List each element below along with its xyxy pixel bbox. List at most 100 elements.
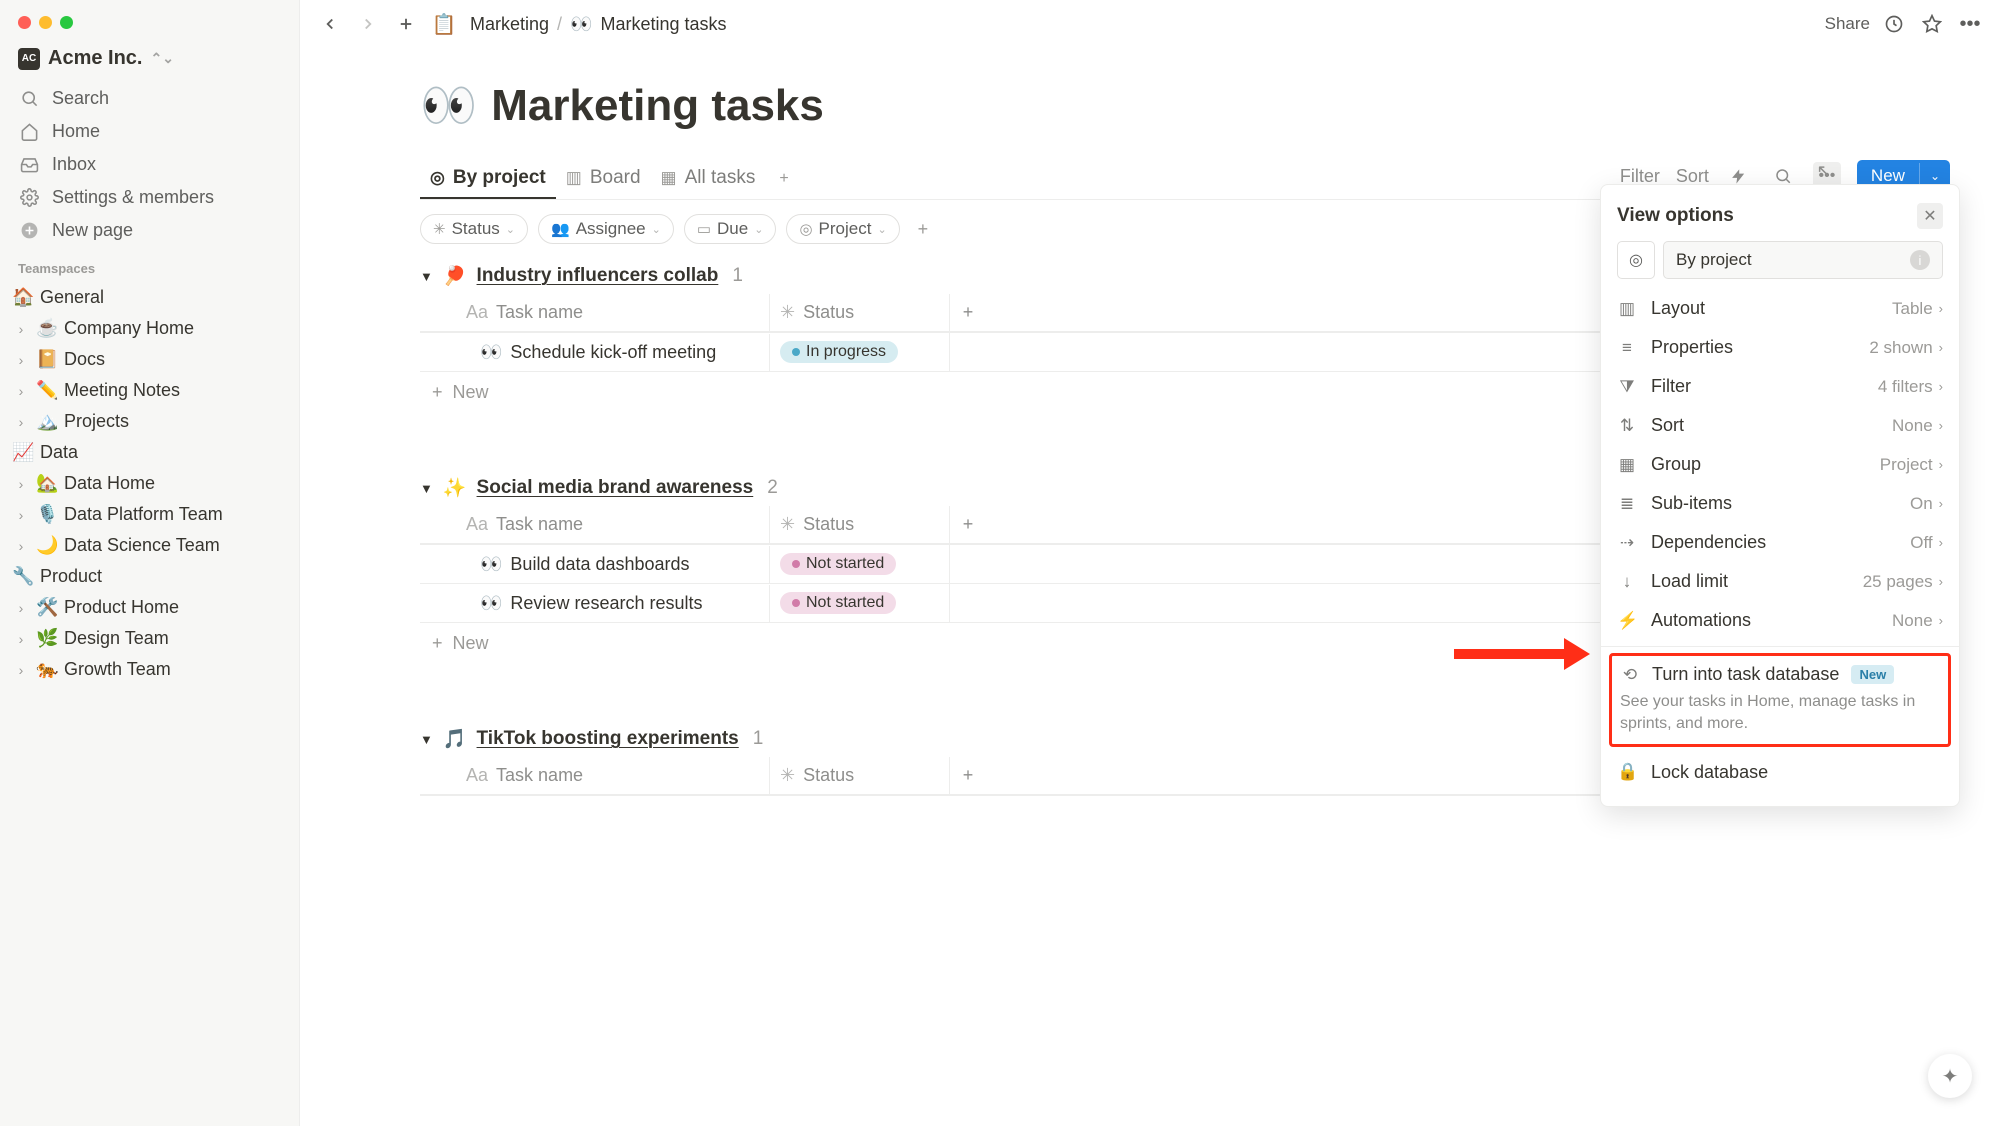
view-tab-by-project[interactable]: ◎By project	[420, 159, 556, 199]
status-pill[interactable]: Not started	[780, 592, 896, 614]
group-emoji: 🏓	[443, 264, 467, 288]
nav-forward-button[interactable]	[354, 10, 382, 38]
panel-row-sort[interactable]: ⇅Sort None›	[1601, 406, 1959, 445]
share-button[interactable]: Share	[1825, 14, 1870, 34]
group-toggle-icon[interactable]: ▼	[420, 732, 433, 747]
sidebar-page[interactable]: ›🛠️Product Home	[8, 592, 291, 623]
favorite-icon[interactable]	[1918, 10, 1946, 38]
add-column-button[interactable]	[950, 556, 986, 572]
sidebar-page[interactable]: ›🏡Data Home	[8, 468, 291, 499]
column-status[interactable]: ✳ Status	[770, 294, 950, 331]
close-window-icon[interactable]	[18, 16, 31, 29]
chevron-right-icon[interactable]: ›	[12, 476, 30, 492]
chevron-right-icon[interactable]: ›	[12, 600, 30, 616]
sidebar-page[interactable]: ›✏️Meeting Notes	[8, 375, 291, 406]
panel-row-load-limit[interactable]: ↓Load limit 25 pages›	[1601, 562, 1959, 601]
column-name[interactable]: Aa Task name	[420, 506, 770, 543]
panel-row-dependencies[interactable]: ⇢Dependencies Off›	[1601, 523, 1959, 562]
group-toggle-icon[interactable]: ▼	[420, 481, 433, 496]
column-status[interactable]: ✳ Status	[770, 506, 950, 543]
more-icon[interactable]: •••	[1956, 10, 1984, 38]
filter-chip-project[interactable]: ◎Project⌄	[786, 214, 899, 244]
group-name[interactable]: TikTok boosting experiments	[477, 728, 739, 750]
filter-chip-status[interactable]: ✳Status⌄	[420, 214, 528, 244]
sidebar-page[interactable]: ›☕Company Home	[8, 313, 291, 344]
teamspace-general[interactable]: 🏠General	[8, 282, 291, 313]
column-name[interactable]: Aa Task name	[420, 757, 770, 794]
page-emoji[interactable]: 👀	[420, 78, 477, 133]
teamspace-product[interactable]: 🔧Product	[8, 561, 291, 592]
info-icon[interactable]: i	[1910, 250, 1930, 270]
sidebar-page[interactable]: ›🎙️Data Platform Team	[8, 499, 291, 530]
nav-back-button[interactable]	[316, 10, 344, 38]
view-name-input[interactable]: By project i	[1663, 241, 1943, 279]
sidebar-search[interactable]: Search	[8, 82, 291, 115]
panel-row-filter[interactable]: ⧩Filter 4 filters›	[1601, 367, 1959, 406]
page-emoji: 🛠️	[36, 597, 58, 618]
panel-row-sub-items[interactable]: ≣Sub-items On›	[1601, 484, 1959, 523]
panel-row-label: Properties	[1651, 337, 1733, 358]
status-pill[interactable]: In progress	[780, 341, 898, 363]
chevron-right-icon[interactable]: ›	[12, 507, 30, 523]
sidebar-page[interactable]: ›🏔️Projects	[8, 406, 291, 437]
sidebar-inbox[interactable]: Inbox	[8, 148, 291, 181]
sidebar-page[interactable]: ›📔Docs	[8, 344, 291, 375]
panel-row-properties[interactable]: ≡Properties 2 shown›	[1601, 328, 1959, 367]
sidebar-item-label: Settings & members	[52, 187, 214, 208]
add-column-button[interactable]: +	[950, 757, 986, 794]
minimize-window-icon[interactable]	[39, 16, 52, 29]
teamspace-data[interactable]: 📈Data	[8, 437, 291, 468]
add-view-button[interactable]: +	[769, 162, 798, 196]
panel-row-layout[interactable]: ▥Layout Table›	[1601, 289, 1959, 328]
page-label: Meeting Notes	[64, 380, 180, 401]
status-pill[interactable]: Not started	[780, 553, 896, 575]
filter-chip-due[interactable]: ▭Due⌄	[684, 214, 777, 244]
lock-database[interactable]: 🔒 Lock database	[1601, 753, 1959, 792]
chevron-right-icon[interactable]: ›	[12, 662, 30, 678]
add-column-button[interactable]: +	[950, 506, 986, 543]
add-column-button[interactable]	[950, 595, 986, 611]
column-name[interactable]: Aa Task name	[420, 294, 770, 331]
maximize-window-icon[interactable]	[60, 16, 73, 29]
chevron-right-icon[interactable]: ›	[12, 352, 30, 368]
sidebar-page[interactable]: ›🌿Design Team	[8, 623, 291, 654]
history-icon[interactable]	[1880, 10, 1908, 38]
sidebar-page[interactable]: ›🌙Data Science Team	[8, 530, 291, 561]
panel-row-automations[interactable]: ⚡Automations None›	[1601, 601, 1959, 640]
sidebar-new-page[interactable]: New page	[8, 214, 291, 247]
sidebar-home[interactable]: Home	[8, 115, 291, 148]
filter-chip-assignee[interactable]: 👥Assignee⌄	[538, 214, 674, 244]
view-tab-all-tasks[interactable]: ▦All tasks	[651, 159, 766, 199]
group-name[interactable]: Industry influencers collab	[477, 265, 719, 287]
add-column-button[interactable]	[950, 344, 986, 360]
sidebar-page[interactable]: ›🐅Growth Team	[8, 654, 291, 685]
page-icon[interactable]: 📋	[430, 10, 458, 38]
close-panel-button[interactable]: ✕	[1917, 203, 1943, 229]
lock-label: Lock database	[1651, 762, 1768, 783]
chevron-right-icon[interactable]: ›	[12, 631, 30, 647]
group-count: 1	[732, 265, 743, 287]
new-tab-button[interactable]	[392, 10, 420, 38]
column-status[interactable]: ✳ Status	[770, 757, 950, 794]
chevron-right-icon[interactable]: ›	[12, 383, 30, 399]
panel-row-group[interactable]: ▦Group Project›	[1601, 445, 1959, 484]
add-filter-button[interactable]: +	[910, 215, 937, 244]
group-toggle-icon[interactable]: ▼	[420, 269, 433, 284]
chevron-right-icon[interactable]: ›	[12, 321, 30, 337]
chevron-right-icon[interactable]: ›	[12, 414, 30, 430]
sidebar-settings[interactable]: Settings & members	[8, 181, 291, 214]
workspace-switcher[interactable]: AC Acme Inc. ⌃⌄	[8, 43, 291, 82]
sidebar: AC Acme Inc. ⌃⌄ Search Home Inbox Settin…	[0, 0, 300, 1126]
breadcrumb-parent[interactable]: Marketing	[470, 14, 549, 35]
chevron-right-icon[interactable]: ›	[12, 538, 30, 554]
breadcrumb-child[interactable]: Marketing tasks	[600, 14, 726, 35]
search-icon	[18, 89, 40, 108]
teamspaces-list: 🏠General›☕Company Home›📔Docs›✏️Meeting N…	[8, 282, 291, 685]
group-name[interactable]: Social media brand awareness	[477, 477, 754, 499]
view-type-icon[interactable]: ◎	[1617, 241, 1655, 279]
page-title[interactable]: Marketing tasks	[491, 81, 824, 131]
turn-into-task-database[interactable]: ⟲ Turn into task database New See your t…	[1609, 653, 1951, 747]
ai-fab-button[interactable]: ✦	[1928, 1054, 1972, 1098]
view-tab-board[interactable]: ▥Board	[556, 159, 651, 199]
add-column-button[interactable]: +	[950, 294, 986, 331]
